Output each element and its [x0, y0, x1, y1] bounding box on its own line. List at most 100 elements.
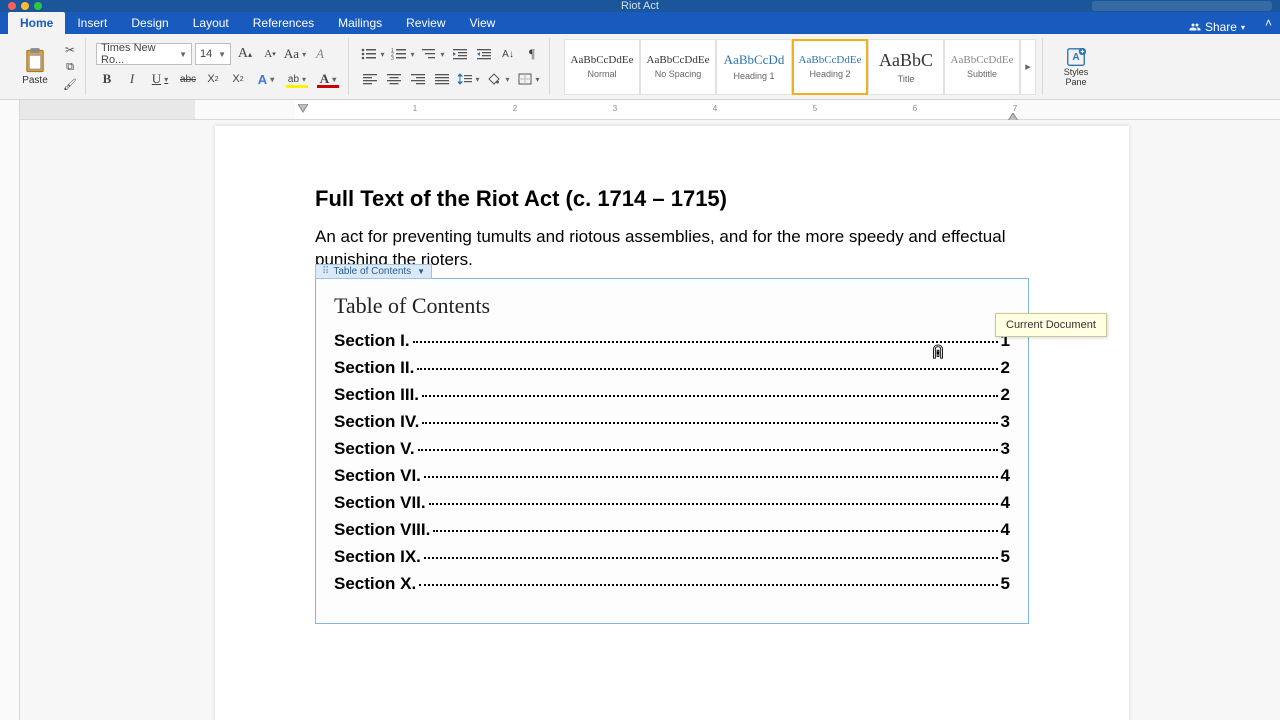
numbering-button[interactable]: 123▾ — [389, 43, 417, 65]
toc-entry-page: 4 — [1001, 493, 1010, 513]
tab-view[interactable]: View — [458, 12, 508, 34]
align-left-button[interactable] — [359, 68, 381, 90]
tab-review[interactable]: Review — [394, 12, 457, 34]
toc-entry[interactable]: Section IX.5 — [334, 547, 1010, 567]
superscript-button[interactable]: X2 — [227, 68, 249, 90]
tooltip: Current Document — [995, 313, 1107, 337]
share-label: Share — [1205, 20, 1237, 34]
tab-references[interactable]: References — [241, 12, 326, 34]
vertical-ruler[interactable] — [0, 100, 20, 720]
style-heading-2[interactable]: AaBbCcDdEeHeading 2 — [792, 39, 868, 95]
toc-tag-label: Table of Contents — [333, 266, 411, 277]
italic-button[interactable]: I — [121, 68, 143, 90]
cut-icon[interactable]: ✂ — [65, 43, 75, 57]
page[interactable]: Full Text of the Riot Act (c. 1714 – 171… — [215, 126, 1129, 720]
ruler-num: 1 — [413, 104, 417, 113]
grow-font-button[interactable]: A▴ — [234, 43, 256, 65]
line-spacing-button[interactable]: ▾ — [455, 68, 483, 90]
close-window-icon[interactable] — [8, 2, 16, 10]
strikethrough-button[interactable]: abc — [177, 68, 199, 90]
svg-text:3: 3 — [391, 56, 394, 61]
copy-icon[interactable]: ⧉ — [66, 61, 74, 74]
toc-title[interactable]: Table of Contents — [334, 293, 1010, 319]
highlight-button[interactable]: ab▾ — [283, 68, 311, 90]
document-canvas[interactable]: Full Text of the Riot Act (c. 1714 – 171… — [20, 120, 1280, 720]
share-button[interactable]: Share ▾ — [1177, 20, 1257, 34]
toc-entry-page: 4 — [1001, 520, 1010, 540]
justify-button[interactable] — [431, 68, 453, 90]
toc-entry-page: 2 — [1001, 358, 1010, 378]
format-painter-icon[interactable]: 🖌 — [63, 78, 77, 91]
shading-button[interactable]: ▾ — [485, 68, 513, 90]
increase-indent-button[interactable] — [473, 43, 495, 65]
underline-button[interactable]: U▾ — [146, 68, 174, 90]
chevron-down-icon: ▼ — [218, 50, 226, 59]
zoom-window-icon[interactable] — [34, 2, 42, 10]
horizontal-ruler[interactable]: 1 2 3 4 5 6 7 — [20, 100, 1280, 120]
align-right-button[interactable] — [407, 68, 429, 90]
ribbon-collapse-icon[interactable]: ˄ — [1257, 12, 1280, 34]
toc-entry-label: Section III. — [334, 385, 419, 405]
doc-heading[interactable]: Full Text of the Riot Act (c. 1714 – 171… — [315, 186, 1029, 212]
toc-entry[interactable]: Section X.5 — [334, 574, 1010, 594]
document-title: Riot Act — [621, 0, 659, 12]
toc-field[interactable]: ⠿ Table of Contents ▼ Table of Contents … — [315, 278, 1029, 624]
toc-entry[interactable]: Section II.2 — [334, 358, 1010, 378]
toc-entry[interactable]: Section VI.4 — [334, 466, 1010, 486]
style-gallery-more[interactable]: ▸ — [1020, 39, 1036, 95]
font-size-value: 14 — [200, 48, 212, 60]
align-center-button[interactable] — [383, 68, 405, 90]
font-family-select[interactable]: Times New Ro...▼ — [96, 43, 192, 65]
paste-button[interactable]: Paste — [12, 38, 58, 95]
tab-insert[interactable]: Insert — [65, 12, 119, 34]
style-normal[interactable]: AaBbCcDdEeNormal — [564, 39, 640, 95]
font-color-button[interactable]: A▾ — [314, 68, 342, 90]
ruler-num: 3 — [613, 104, 617, 113]
borders-button[interactable]: ▾ — [515, 68, 543, 90]
sort-button[interactable]: A↓ — [497, 43, 519, 65]
paragraph-group: ▾ 123▾ ▾ A↓ ¶ ▾ ▾ ▾ — [353, 38, 550, 95]
toc-entry[interactable]: Section V.3 — [334, 439, 1010, 459]
ruler-num: 4 — [713, 104, 717, 113]
tab-home[interactable]: Home — [8, 12, 65, 34]
indent-marker[interactable] — [298, 101, 308, 109]
search-input[interactable] — [1092, 1, 1272, 11]
style-no-spacing[interactable]: AaBbCcDdEeNo Spacing — [640, 39, 716, 95]
tab-layout[interactable]: Layout — [181, 12, 241, 34]
shrink-font-button[interactable]: A▾ — [259, 43, 281, 65]
tab-design[interactable]: Design — [119, 12, 180, 34]
text-effects-button[interactable]: A▾ — [252, 68, 280, 90]
toc-entry[interactable]: Section IV.3 — [334, 412, 1010, 432]
workspace: 1 2 3 4 5 6 7 Full Text of the Riot Act … — [0, 100, 1280, 720]
drag-handle-icon[interactable]: ⠿ — [322, 266, 329, 277]
subscript-button[interactable]: X2 — [202, 68, 224, 90]
toc-entry-label: Section VIII. — [334, 520, 430, 540]
toc-entry[interactable]: Section VIII. 4 — [334, 520, 1010, 540]
show-marks-button[interactable]: ¶ — [521, 43, 543, 65]
clear-formatting-button[interactable]: A — [309, 43, 331, 65]
toc-entry[interactable]: Section III.2 — [334, 385, 1010, 405]
minimize-window-icon[interactable] — [21, 2, 29, 10]
styles-pane-button[interactable]: A Styles Pane — [1053, 46, 1099, 88]
style-subtitle[interactable]: AaBbCcDdEeSubtitle — [944, 39, 1020, 95]
toc-field-tag[interactable]: ⠿ Table of Contents ▼ — [315, 264, 432, 279]
style-title[interactable]: AaBbCTitle — [868, 39, 944, 95]
ruler-num: 5 — [813, 104, 817, 113]
chevron-down-icon[interactable]: ▼ — [417, 267, 425, 276]
styles-pane-label: Styles Pane — [1053, 68, 1099, 88]
bullets-button[interactable]: ▾ — [359, 43, 387, 65]
toc-leader-dots — [422, 422, 997, 424]
toc-entry[interactable]: Section VII.4 — [334, 493, 1010, 513]
multilevel-list-button[interactable]: ▾ — [419, 43, 447, 65]
font-size-select[interactable]: 14 ▼ — [195, 43, 231, 65]
decrease-indent-button[interactable] — [449, 43, 471, 65]
bold-button[interactable]: B — [96, 68, 118, 90]
toc-leader-dots — [413, 341, 998, 343]
toc-entry[interactable]: Section I.1 — [334, 331, 1010, 351]
toc-leader-dots — [424, 557, 998, 559]
right-indent-marker[interactable] — [1008, 110, 1018, 118]
tab-mailings[interactable]: Mailings — [326, 12, 394, 34]
change-case-button[interactable]: Aa▾ — [284, 43, 306, 65]
window-controls[interactable] — [8, 2, 42, 10]
style-heading-1[interactable]: AaBbCcDdHeading 1 — [716, 39, 792, 95]
